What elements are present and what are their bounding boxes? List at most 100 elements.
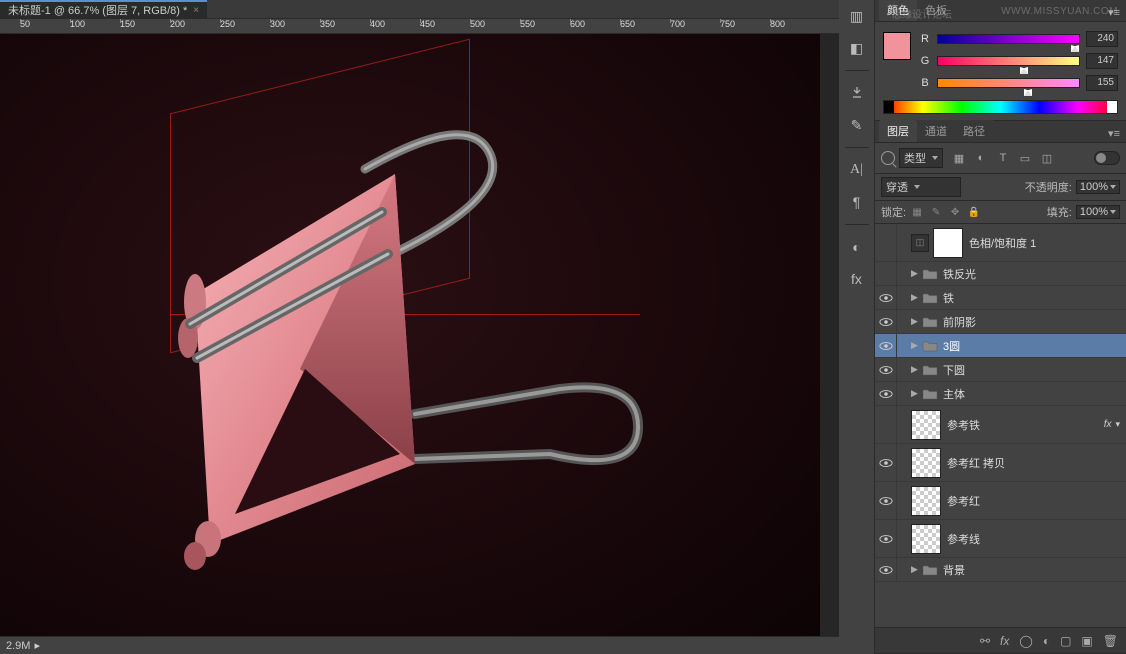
layer-name: 背景 bbox=[943, 562, 1120, 578]
layer-name: 前阴影 bbox=[943, 314, 1120, 330]
tab-channels[interactable]: 通道 bbox=[917, 120, 955, 142]
expand-arrow-icon[interactable]: ▶ bbox=[911, 364, 921, 375]
character-icon[interactable]: A| bbox=[844, 158, 870, 182]
filter-shape-icon[interactable]: ▭ bbox=[1017, 151, 1033, 165]
expand-arrow-icon[interactable]: ▶ bbox=[911, 564, 921, 575]
visibility-icon[interactable] bbox=[875, 382, 897, 405]
filter-type-dropdown[interactable]: 类型 bbox=[899, 148, 943, 168]
watermark-text: 思缘设计论坛 bbox=[892, 6, 952, 21]
histogram-icon[interactable]: ▥ bbox=[844, 4, 870, 28]
filter-type-icon[interactable]: T bbox=[995, 151, 1011, 165]
adjustments-icon[interactable]: ◐ bbox=[844, 235, 870, 259]
layer-row[interactable]: ▶ 前阴影 bbox=[875, 310, 1126, 334]
layer-row[interactable]: ▶铁 bbox=[875, 286, 1126, 310]
layer-row[interactable]: ▶3圆 bbox=[875, 334, 1126, 358]
layer-fx-icon[interactable]: fx bbox=[1000, 634, 1009, 648]
delete-layer-icon[interactable]: 🗑 bbox=[1103, 634, 1118, 648]
layer-row[interactable]: 参考线 bbox=[875, 520, 1126, 558]
expand-arrow-icon[interactable]: ▶ bbox=[911, 388, 921, 399]
adjustment-layer-icon[interactable]: ◐ bbox=[1043, 634, 1050, 648]
filter-toggle[interactable] bbox=[1094, 151, 1120, 165]
layer-row[interactable]: 参考红 拷贝 bbox=[875, 444, 1126, 482]
layer-row[interactable]: ◫色相/饱和度 1 bbox=[875, 224, 1126, 262]
layer-thumb bbox=[911, 486, 941, 516]
layer-mask-icon[interactable]: ◯ bbox=[1019, 634, 1032, 648]
layer-name: 铁 bbox=[943, 290, 1120, 306]
navigator-icon[interactable]: ◧ bbox=[844, 36, 870, 60]
link-layers-icon[interactable]: ⚯ bbox=[980, 634, 990, 648]
r-slider[interactable] bbox=[937, 34, 1080, 44]
opacity-label: 不透明度: bbox=[1025, 179, 1072, 195]
folder-icon bbox=[921, 563, 939, 577]
expand-arrow-icon[interactable]: ▶ bbox=[911, 268, 921, 279]
visibility-icon[interactable] bbox=[875, 310, 897, 333]
expand-arrow-icon[interactable]: ▶ bbox=[911, 316, 921, 327]
tab-layers[interactable]: 图层 bbox=[879, 120, 917, 142]
g-slider[interactable] bbox=[937, 56, 1080, 66]
expand-arrow-icon[interactable]: ▶ bbox=[911, 340, 921, 351]
vertical-toolbar: ▥ ◧ ✎ A| ¶ ◐ fx bbox=[839, 0, 875, 654]
doc-size: 2.9M bbox=[6, 640, 30, 652]
b-slider[interactable] bbox=[937, 78, 1080, 88]
fill-label: 填充: bbox=[1047, 204, 1072, 220]
search-icon[interactable] bbox=[881, 151, 895, 165]
g-value[interactable]: 147 bbox=[1086, 53, 1118, 69]
brush-icon[interactable] bbox=[844, 81, 870, 105]
layer-name: 参考红 拷贝 bbox=[947, 455, 1120, 471]
layer-row[interactable]: ▶下圆 bbox=[875, 358, 1126, 382]
panel-menu-icon[interactable]: ▾≡ bbox=[1102, 125, 1126, 142]
new-group-icon[interactable]: ▢ bbox=[1060, 634, 1071, 648]
layer-row[interactable]: 参考铁fx▾ bbox=[875, 406, 1126, 444]
layer-name: 铁反光 bbox=[943, 266, 1120, 282]
lock-pixels-icon[interactable]: ✎ bbox=[929, 206, 943, 218]
layer-thumb bbox=[911, 410, 941, 440]
g-label: G bbox=[919, 55, 931, 67]
visibility-icon[interactable] bbox=[875, 334, 897, 357]
folder-icon bbox=[921, 267, 939, 281]
styles-icon[interactable]: fx bbox=[844, 267, 870, 291]
folder-icon bbox=[921, 291, 939, 305]
close-icon[interactable]: × bbox=[193, 5, 199, 16]
layer-name: 主体 bbox=[943, 386, 1120, 402]
layer-row[interactable]: ▶ 背景 bbox=[875, 558, 1126, 582]
b-value[interactable]: 155 bbox=[1086, 75, 1118, 91]
layer-name: 参考线 bbox=[947, 531, 1120, 547]
foreground-color-swatch[interactable] bbox=[883, 32, 911, 60]
layer-row[interactable]: 参考红 bbox=[875, 482, 1126, 520]
folder-icon bbox=[921, 315, 939, 329]
visibility-icon[interactable] bbox=[875, 482, 897, 519]
opacity-value[interactable]: 100% bbox=[1076, 180, 1120, 194]
brush-presets-icon[interactable]: ✎ bbox=[844, 113, 870, 137]
tab-paths[interactable]: 路径 bbox=[955, 120, 993, 142]
visibility-icon[interactable] bbox=[875, 224, 897, 261]
lock-transparency-icon[interactable]: ▦ bbox=[910, 206, 924, 218]
lock-all-icon[interactable]: 🔒 bbox=[967, 206, 981, 218]
visibility-icon[interactable] bbox=[875, 520, 897, 557]
r-label: R bbox=[919, 33, 931, 45]
filter-adjust-icon[interactable]: ◐ bbox=[973, 151, 989, 165]
adjustment-thumb: ◫ bbox=[911, 234, 929, 252]
canvas-area[interactable] bbox=[0, 34, 839, 636]
visibility-icon[interactable] bbox=[875, 558, 897, 581]
paragraph-icon[interactable]: ¶ bbox=[844, 190, 870, 214]
visibility-icon[interactable] bbox=[875, 286, 897, 309]
visibility-icon[interactable] bbox=[875, 262, 897, 285]
visibility-icon[interactable] bbox=[875, 358, 897, 381]
visibility-icon[interactable] bbox=[875, 406, 897, 443]
filter-smart-icon[interactable]: ◫ bbox=[1039, 151, 1055, 165]
fill-value[interactable]: 100% bbox=[1076, 205, 1120, 219]
document-tab[interactable]: 未标题-1 @ 66.7% (图层 7, RGB/8) * × bbox=[0, 0, 207, 18]
layers-panel: 图层 通道 路径 ▾≡ 类型 ▦ ◐ T ▭ ◫ 穿透 不透明度: bbox=[875, 121, 1126, 654]
r-value[interactable]: 240 bbox=[1086, 31, 1118, 47]
visibility-icon[interactable] bbox=[875, 444, 897, 481]
new-layer-icon[interactable]: ▣ bbox=[1081, 634, 1092, 648]
fx-badge[interactable]: fx bbox=[1104, 419, 1112, 430]
layer-row[interactable]: ▶ 主体 bbox=[875, 382, 1126, 406]
layer-name: 参考红 bbox=[947, 493, 1120, 509]
blend-mode-dropdown[interactable]: 穿透 bbox=[881, 177, 961, 197]
color-spectrum[interactable] bbox=[883, 100, 1118, 114]
layer-row[interactable]: ▶ 铁反光 bbox=[875, 262, 1126, 286]
filter-pixel-icon[interactable]: ▦ bbox=[951, 151, 967, 165]
lock-position-icon[interactable]: ✥ bbox=[948, 206, 962, 218]
expand-arrow-icon[interactable]: ▶ bbox=[911, 292, 921, 303]
